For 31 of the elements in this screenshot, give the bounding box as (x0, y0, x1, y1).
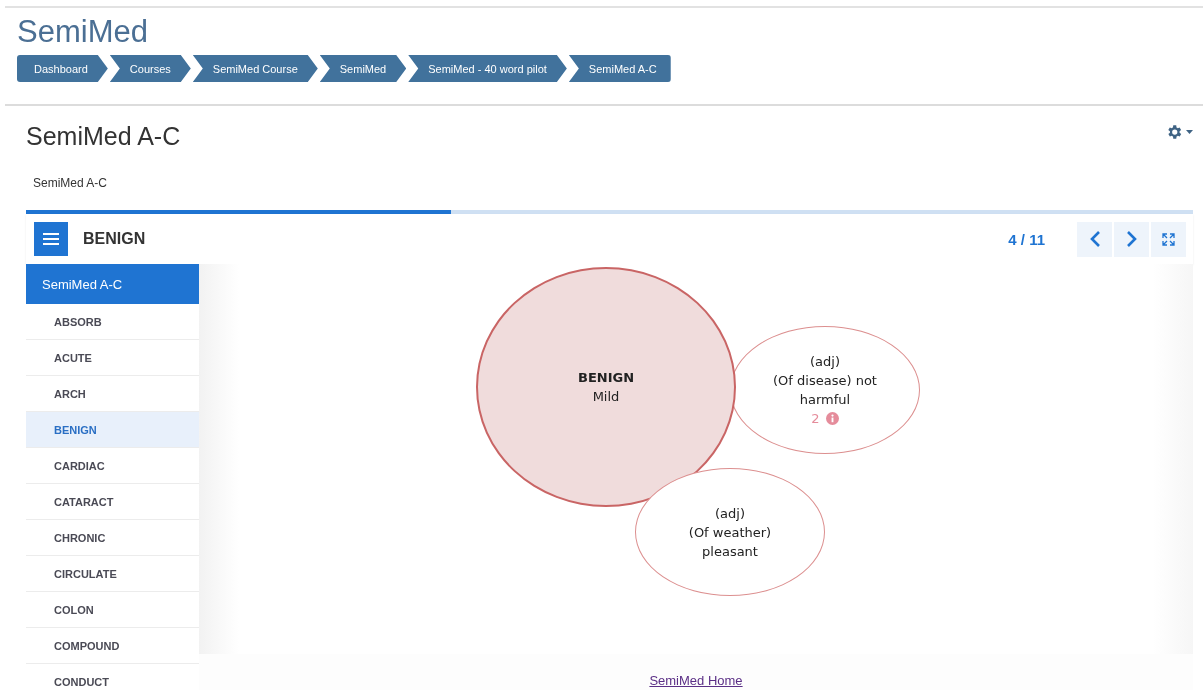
site-title: SemiMed (17, 14, 149, 50)
bubble-text: (Of disease) not harmful (772, 372, 878, 409)
previous-button[interactable] (1077, 221, 1112, 257)
menu-icon (43, 233, 59, 245)
count-text: 2 (811, 410, 820, 428)
info-icon[interactable] (825, 412, 839, 425)
breadcrumb-link[interactable]: Courses (109, 55, 191, 82)
menu-button[interactable] (34, 222, 68, 256)
breadcrumb-link[interactable]: SemiMed - 40 word pilot (408, 55, 567, 82)
home-link[interactable]: SemiMed Home (649, 673, 743, 688)
expand-icon (1162, 232, 1175, 246)
slide-title: BENIGN (83, 230, 147, 248)
bubble-text: (adj) (810, 353, 840, 371)
headword-text: BENIGN (577, 369, 635, 387)
description-text: SemiMed A-C (32, 175, 109, 192)
caret-icon (1186, 130, 1193, 134)
chevron-left-icon (1088, 230, 1101, 248)
bubble-text: Mild (592, 388, 620, 406)
chevron-right-icon (1125, 230, 1138, 248)
breadcrumb-link[interactable]: SemiMed (319, 55, 407, 82)
slide-counter: 4 / 11 (1008, 230, 1045, 248)
bubble-text: (Of weather) pleasant (687, 523, 773, 561)
next-button[interactable] (1114, 221, 1149, 257)
breadcrumb-link[interactable]: Dashboard (17, 55, 108, 82)
breadcrumb-link[interactable]: SemiMed A-C (568, 55, 671, 82)
page-heading: SemiMed A-C (26, 122, 181, 152)
breadcrumb-link[interactable]: SemiMed Course (192, 55, 318, 82)
bubble-text: (adj) (715, 504, 745, 523)
sidebar-heading[interactable]: SemiMed A-C (26, 264, 199, 304)
fullscreen-button[interactable] (1151, 221, 1186, 257)
sidebar-item[interactable]: BENIGN (26, 412, 199, 448)
